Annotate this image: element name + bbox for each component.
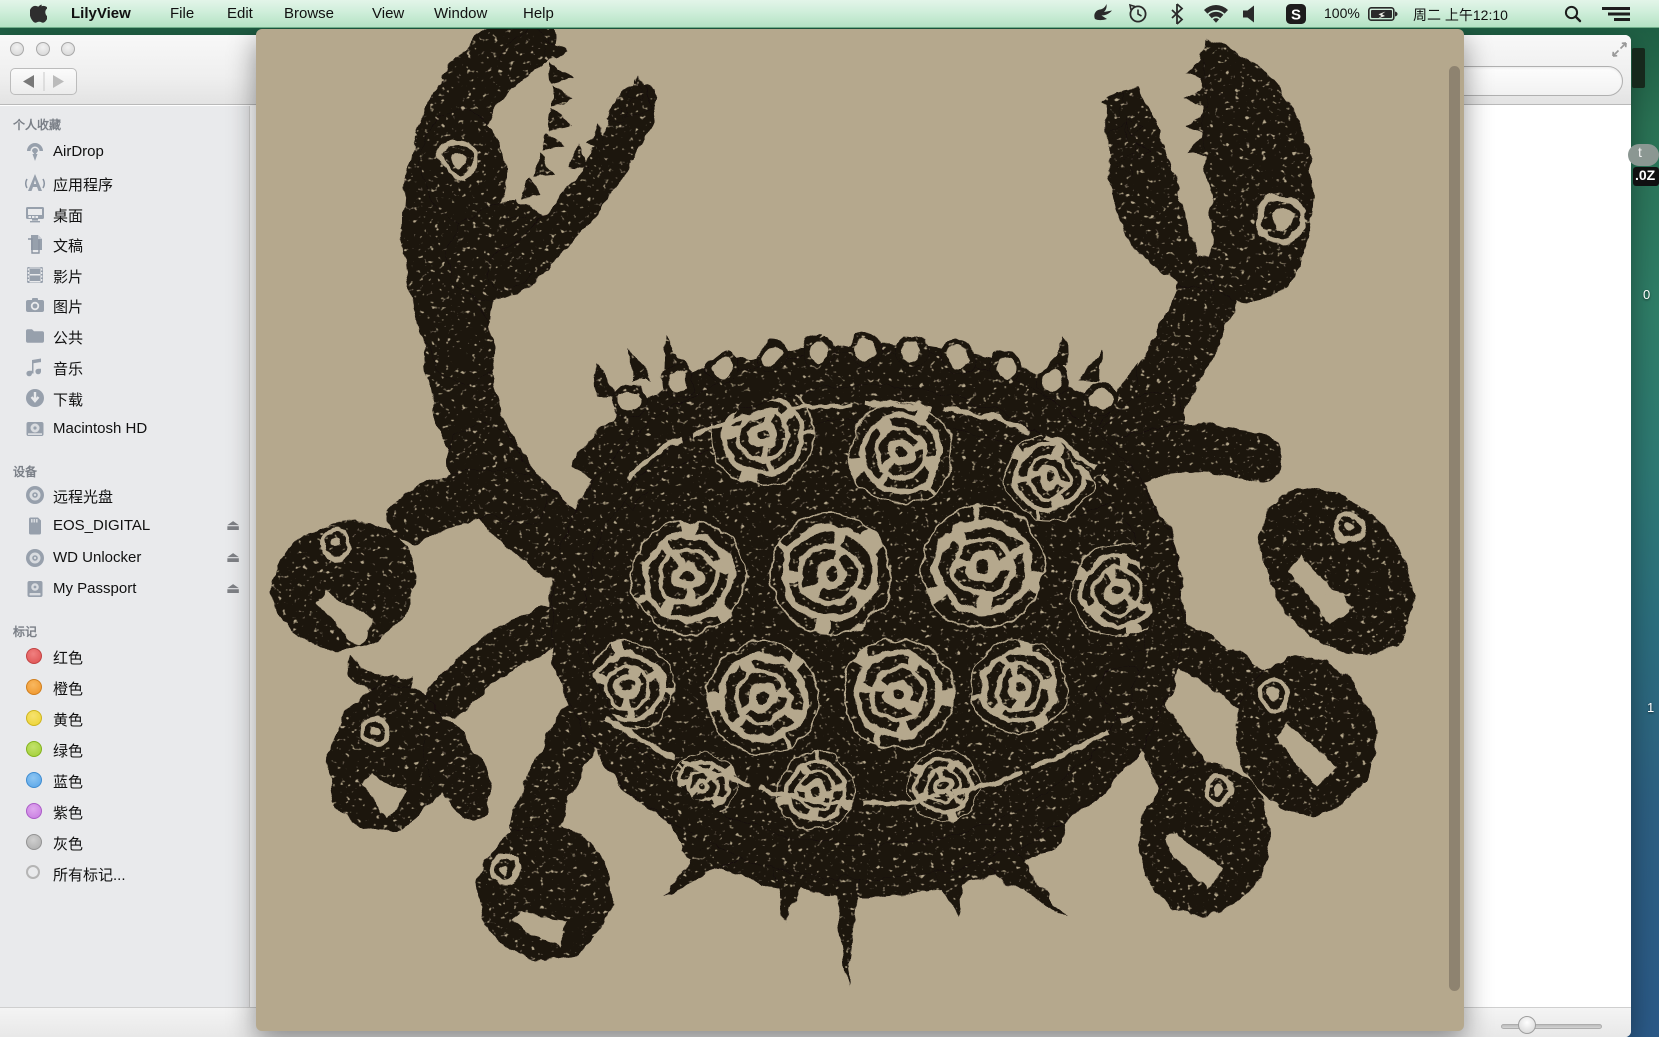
svg-text:S: S	[1291, 7, 1301, 24]
